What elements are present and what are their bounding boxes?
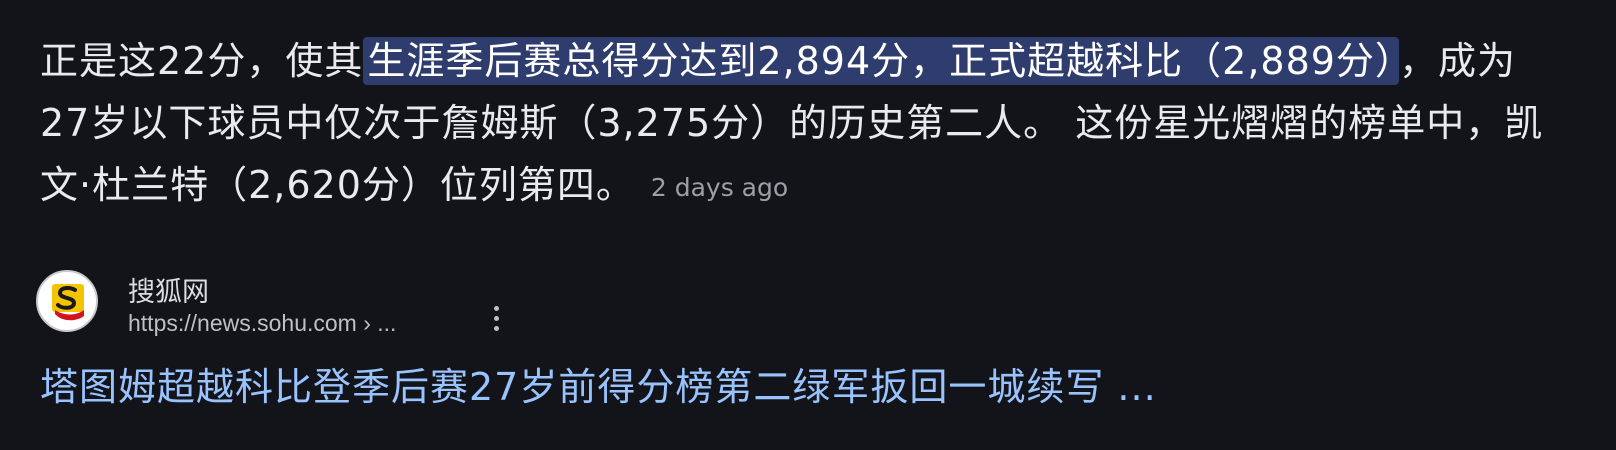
result-snippet: 正是这22分，使其 生涯季后赛总得分达到2,894分，正式超越科比（2,889分）… [40,30,1560,219]
snippet-text-before: 正是这22分，使其 [40,39,364,83]
site-name[interactable]: 搜狐网 [128,270,209,309]
site-url[interactable]: https://news.sohu.com › ... [128,310,396,337]
result-source[interactable]: 搜狐网 https://news.sohu.com › ... [36,270,636,340]
sohu-logo-icon [36,270,98,332]
result-title-link[interactable]: 塔图姆超越科比登季后赛27岁前得分榜第二绿军扳回一城续写 ... [40,356,1157,411]
snippet-highlight: 生涯季后赛总得分达到2,894分，正式超越科比（2,889分） [363,37,1399,85]
result-age: 2 days ago [650,173,789,202]
more-vert-icon[interactable] [488,306,504,338]
